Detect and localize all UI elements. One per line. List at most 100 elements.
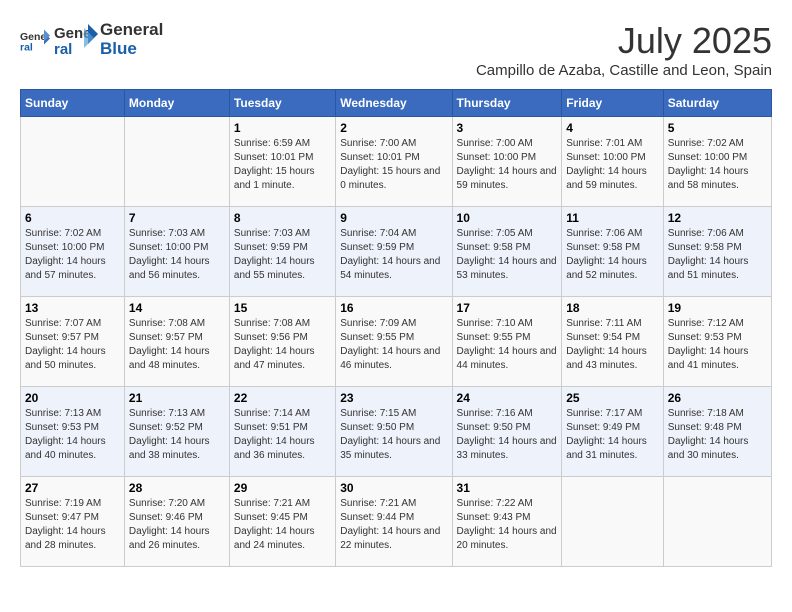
calendar-table: SundayMondayTuesdayWednesdayThursdayFrid… — [20, 89, 772, 567]
calendar-cell: 20 Sunrise: 7:13 AMSunset: 9:53 PMDayligh… — [21, 387, 125, 477]
calendar-cell: 8Sunrise: 7:03 AMSunset: 9:59 PMDaylight… — [229, 207, 335, 297]
day-detail: Sunrise: 7:02 AMSunset: 10:00 PMDaylight… — [25, 227, 120, 283]
calendar-cell: 23 Sunrise: 7:15 AMSunset: 9:50 PMDayligh… — [336, 387, 452, 477]
day-detail: Sunrise: 7:05 AMSunset: 9:58 PMDaylight:… — [457, 227, 558, 283]
calendar-cell: 5 Sunrise: 7:02 AMSunset: 10:00 PMDayligh… — [663, 117, 771, 207]
day-detail: Sunrise: 7:19 AMSunset: 9:47 PMDaylight:… — [25, 497, 120, 553]
calendar-cell: 13Sunrise: 7:07 AMSunset: 9:57 PMDayligh… — [21, 297, 125, 387]
calendar-body: 1 Sunrise: 6:59 AMSunset: 10:01 PMDayligh… — [21, 117, 772, 567]
calendar-cell: 25 Sunrise: 7:17 AMSunset: 9:49 PMDayligh… — [562, 387, 664, 477]
calendar-cell: 27 Sunrise: 7:19 AMSunset: 9:47 PMDayligh… — [21, 477, 125, 567]
day-number: 26 — [668, 391, 767, 405]
day-detail: Sunrise: 7:02 AMSunset: 10:00 PMDaylight… — [668, 137, 767, 193]
logo-graphic: Gene ral — [54, 20, 98, 60]
day-detail: Sunrise: 7:13 AMSunset: 9:53 PMDaylight:… — [25, 407, 120, 463]
calendar-cell — [562, 477, 664, 567]
calendar-cell: 21 Sunrise: 7:13 AMSunset: 9:52 PMDayligh… — [124, 387, 229, 477]
calendar-cell: 14 Sunrise: 7:08 AMSunset: 9:57 PMDayligh… — [124, 297, 229, 387]
weekday-header-cell: Friday — [562, 90, 664, 117]
day-detail: Sunrise: 7:21 AMSunset: 9:45 PMDaylight:… — [234, 497, 331, 553]
day-number: 27 — [25, 481, 120, 495]
day-detail: Sunrise: 7:16 AMSunset: 9:50 PMDaylight:… — [457, 407, 558, 463]
day-detail: Sunrise: 7:15 AMSunset: 9:50 PMDaylight:… — [340, 407, 447, 463]
calendar-cell: 24Sunrise: 7:16 AMSunset: 9:50 PMDayligh… — [452, 387, 562, 477]
calendar-week-row: 13Sunrise: 7:07 AMSunset: 9:57 PMDayligh… — [21, 297, 772, 387]
calendar-cell: 26Sunrise: 7:18 AMSunset: 9:48 PMDayligh… — [663, 387, 771, 477]
weekday-header-cell: Tuesday — [229, 90, 335, 117]
calendar-week-row: 6 Sunrise: 7:02 AMSunset: 10:00 PMDayligh… — [21, 207, 772, 297]
day-detail: Sunrise: 7:11 AMSunset: 9:54 PMDaylight:… — [566, 317, 659, 373]
calendar-cell: 2 Sunrise: 7:00 AMSunset: 10:01 PMDayligh… — [336, 117, 452, 207]
calendar-cell: 12Sunrise: 7:06 AMSunset: 9:58 PMDayligh… — [663, 207, 771, 297]
calendar-cell: 19Sunrise: 7:12 AMSunset: 9:53 PMDayligh… — [663, 297, 771, 387]
day-detail: Sunrise: 7:01 AMSunset: 10:00 PMDaylight… — [566, 137, 659, 193]
title-block: July 2025 Campillo de Azaba, Castille an… — [476, 20, 772, 79]
day-number: 25 — [566, 391, 659, 405]
day-number: 2 — [340, 121, 447, 135]
day-number: 11 — [566, 211, 659, 225]
day-detail: Sunrise: 7:20 AMSunset: 9:46 PMDaylight:… — [129, 497, 225, 553]
day-detail: Sunrise: 7:07 AMSunset: 9:57 PMDaylight:… — [25, 317, 120, 373]
day-number: 5 — [668, 121, 767, 135]
calendar-cell: 6 Sunrise: 7:02 AMSunset: 10:00 PMDayligh… — [21, 207, 125, 297]
day-number: 4 — [566, 121, 659, 135]
day-detail: Sunrise: 7:22 AMSunset: 9:43 PMDaylight:… — [457, 497, 558, 553]
day-detail: Sunrise: 6:59 AMSunset: 10:01 PMDaylight… — [234, 137, 331, 193]
calendar-cell: 10Sunrise: 7:05 AMSunset: 9:58 PMDayligh… — [452, 207, 562, 297]
svg-text:ral: ral — [20, 42, 33, 54]
logo-line2: Blue — [100, 40, 163, 59]
day-number: 9 — [340, 211, 447, 225]
day-number: 19 — [668, 301, 767, 315]
calendar-week-row: 27 Sunrise: 7:19 AMSunset: 9:47 PMDayligh… — [21, 477, 772, 567]
day-detail: Sunrise: 7:08 AMSunset: 9:56 PMDaylight:… — [234, 317, 331, 373]
day-number: 17 — [457, 301, 558, 315]
calendar-cell: 4 Sunrise: 7:01 AMSunset: 10:00 PMDayligh… — [562, 117, 664, 207]
day-detail: Sunrise: 7:00 AMSunset: 10:00 PMDaylight… — [457, 137, 558, 193]
day-detail: Sunrise: 7:03 AMSunset: 10:00 PMDaylight… — [129, 227, 225, 283]
calendar-cell: 17 Sunrise: 7:10 AMSunset: 9:55 PMDayligh… — [452, 297, 562, 387]
calendar-cell: 7 Sunrise: 7:03 AMSunset: 10:00 PMDayligh… — [124, 207, 229, 297]
logo-icon: Gene ral — [20, 25, 50, 55]
weekday-header-cell: Sunday — [21, 90, 125, 117]
day-number: 7 — [129, 211, 225, 225]
svg-text:ral: ral — [54, 41, 72, 58]
calendar-cell: 29Sunrise: 7:21 AMSunset: 9:45 PMDayligh… — [229, 477, 335, 567]
day-detail: Sunrise: 7:08 AMSunset: 9:57 PMDaylight:… — [129, 317, 225, 373]
day-detail: Sunrise: 7:09 AMSunset: 9:55 PMDaylight:… — [340, 317, 447, 373]
day-number: 6 — [25, 211, 120, 225]
day-detail: Sunrise: 7:06 AMSunset: 9:58 PMDaylight:… — [566, 227, 659, 283]
day-detail: Sunrise: 7:10 AMSunset: 9:55 PMDaylight:… — [457, 317, 558, 373]
calendar-cell — [663, 477, 771, 567]
calendar-cell: 28 Sunrise: 7:20 AMSunset: 9:46 PMDayligh… — [124, 477, 229, 567]
day-number: 30 — [340, 481, 447, 495]
calendar-cell: 1 Sunrise: 6:59 AMSunset: 10:01 PMDayligh… — [229, 117, 335, 207]
day-detail: Sunrise: 7:04 AMSunset: 9:59 PMDaylight:… — [340, 227, 447, 283]
calendar-cell: 11 Sunrise: 7:06 AMSunset: 9:58 PMDayligh… — [562, 207, 664, 297]
weekday-header-cell: Thursday — [452, 90, 562, 117]
calendar-cell: 18 Sunrise: 7:11 AMSunset: 9:54 PMDayligh… — [562, 297, 664, 387]
day-detail: Sunrise: 7:00 AMSunset: 10:01 PMDaylight… — [340, 137, 447, 193]
logo-line1: General — [100, 21, 163, 40]
day-number: 14 — [129, 301, 225, 315]
calendar-cell: 3 Sunrise: 7:00 AMSunset: 10:00 PMDayligh… — [452, 117, 562, 207]
calendar-cell — [21, 117, 125, 207]
calendar-week-row: 20 Sunrise: 7:13 AMSunset: 9:53 PMDayligh… — [21, 387, 772, 477]
weekday-header-cell: Wednesday — [336, 90, 452, 117]
day-number: 16 — [340, 301, 447, 315]
day-number: 23 — [340, 391, 447, 405]
day-detail: Sunrise: 7:21 AMSunset: 9:44 PMDaylight:… — [340, 497, 447, 553]
day-number: 22 — [234, 391, 331, 405]
day-number: 3 — [457, 121, 558, 135]
logo: Gene ral Gene ral General Blue — [20, 20, 163, 60]
day-detail: Sunrise: 7:17 AMSunset: 9:49 PMDaylight:… — [566, 407, 659, 463]
day-number: 31 — [457, 481, 558, 495]
calendar-cell: 22Sunrise: 7:14 AMSunset: 9:51 PMDayligh… — [229, 387, 335, 477]
day-number: 18 — [566, 301, 659, 315]
day-detail: Sunrise: 7:03 AMSunset: 9:59 PMDaylight:… — [234, 227, 331, 283]
day-number: 20 — [25, 391, 120, 405]
page-header: Gene ral Gene ral General Blue July 2025 — [20, 20, 772, 79]
day-number: 1 — [234, 121, 331, 135]
day-number: 21 — [129, 391, 225, 405]
day-detail: Sunrise: 7:13 AMSunset: 9:52 PMDaylight:… — [129, 407, 225, 463]
day-number: 28 — [129, 481, 225, 495]
